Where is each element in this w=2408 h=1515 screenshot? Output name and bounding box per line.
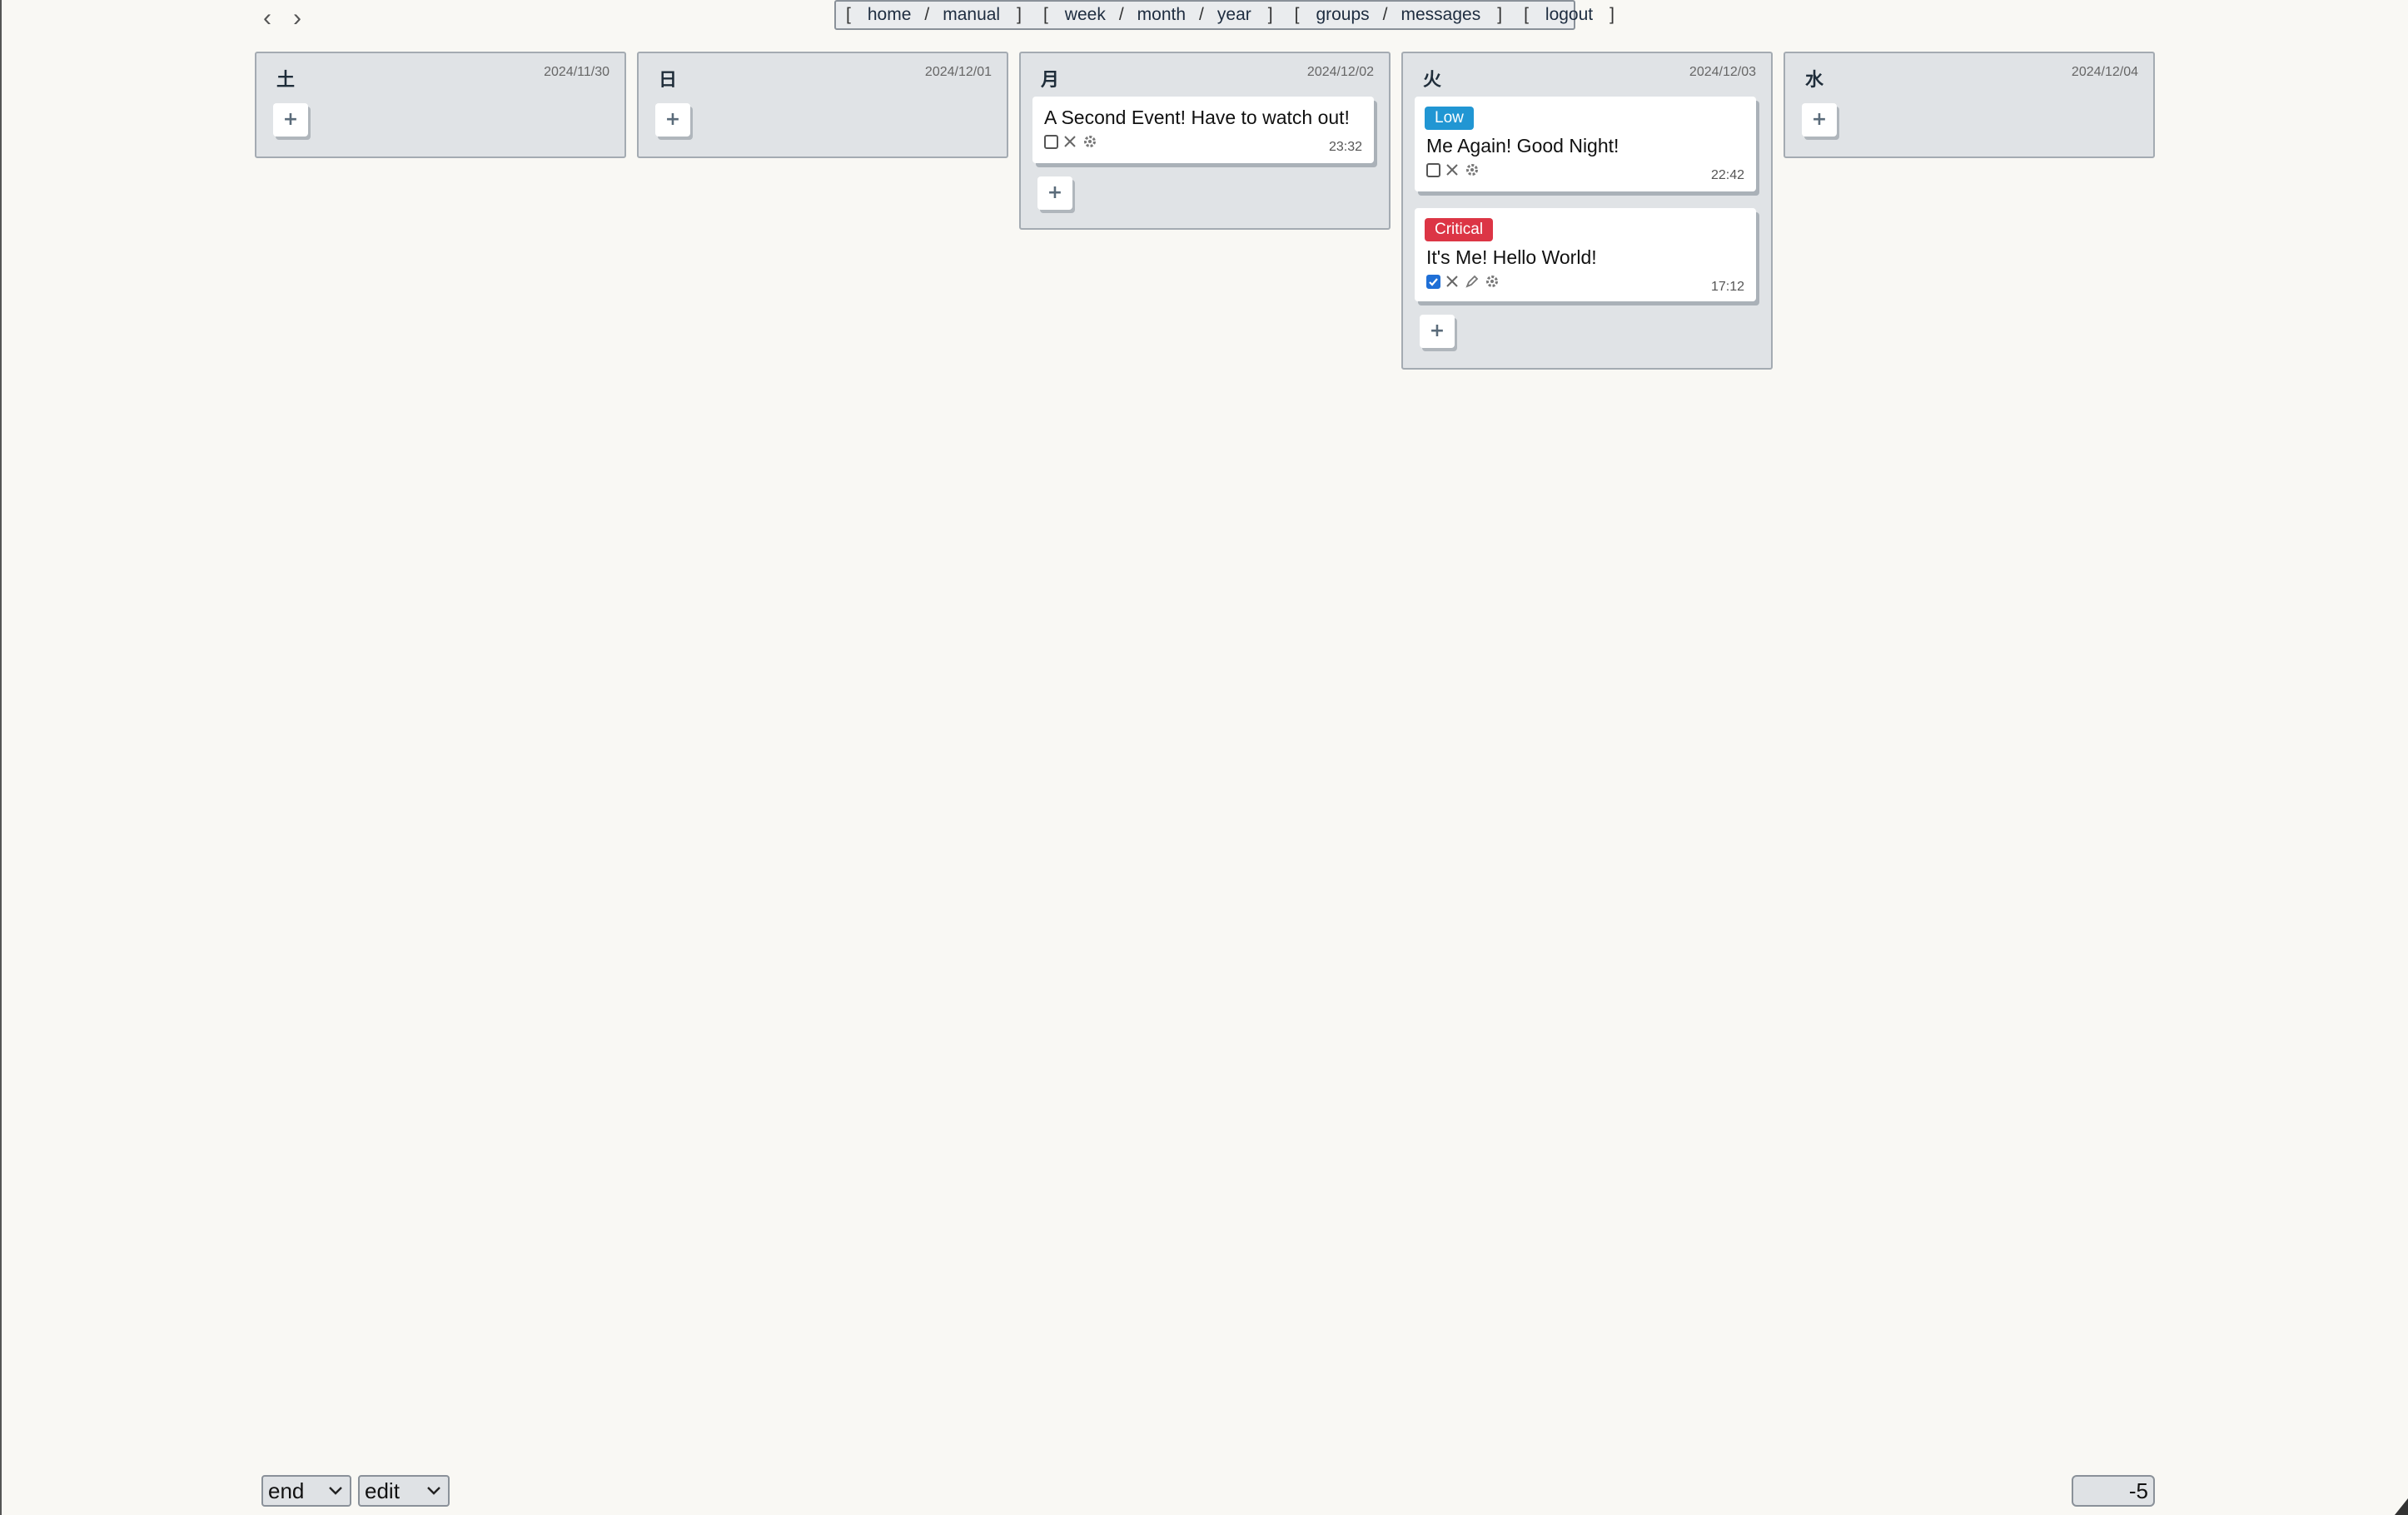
event-title: Me Again! Good Night! (1426, 135, 1619, 156)
add-event-button[interactable]: + (655, 103, 690, 137)
nav-bracket-close: ] (1609, 5, 1614, 24)
nav-separator: / (1199, 5, 1204, 24)
next-arrow-icon[interactable]: › (290, 3, 305, 33)
day-name: 日 (659, 69, 678, 90)
nav-link-year[interactable]: year (1217, 5, 1251, 25)
day-date: 2024/12/01 (924, 65, 992, 79)
previous-arrow-icon[interactable]: ‹ (260, 3, 275, 33)
event-card[interactable]: A Second Event! Have to watch out! 23:32 (1032, 97, 1374, 163)
nav-link-groups[interactable]: groups (1316, 5, 1369, 25)
day-column-mon: 月 2024/12/02 A Second Event! Have to wat… (1019, 52, 1391, 230)
day-name: 火 (1423, 69, 1442, 90)
event-title: A Second Event! Have to watch out! (1044, 107, 1350, 128)
add-event-button[interactable]: + (1037, 176, 1072, 210)
add-event-button[interactable]: + (1420, 315, 1455, 348)
nav-bracket-close: ] (1497, 5, 1503, 24)
edit-select[interactable]: edit (358, 1475, 450, 1507)
add-event-button[interactable]: + (1802, 103, 1837, 137)
resize-corner-icon (2395, 1498, 2408, 1515)
day-name: 土 (276, 69, 296, 90)
nav-link-week[interactable]: week (1065, 5, 1106, 25)
day-column-tue: 火 2024/12/03 Low Me Again! Good Night! 2… (1401, 52, 1773, 370)
event-actions (1426, 161, 1480, 178)
nav-link-messages[interactable]: messages (1401, 5, 1481, 25)
day-date: 2024/11/30 (544, 65, 609, 79)
day-date: 2024/12/03 (1689, 65, 1756, 79)
nav-link-logout[interactable]: logout (1545, 5, 1593, 25)
day-column-wed: 水 2024/12/04 + (1784, 52, 2155, 158)
nav-bracket-open: [ (846, 5, 851, 24)
gear-icon[interactable] (1484, 273, 1500, 290)
gear-icon[interactable] (1082, 133, 1098, 150)
nav-separator: / (1382, 5, 1388, 24)
day-date: 2024/12/02 (1306, 65, 1374, 79)
nav-link-manual[interactable]: manual (943, 5, 1000, 25)
event-time: 17:12 (1710, 280, 1744, 294)
event-actions (1426, 273, 1500, 290)
pen-icon[interactable] (1464, 273, 1480, 290)
day-date: 2024/12/04 (2071, 65, 2138, 79)
complete-checkbox[interactable] (1044, 134, 1058, 149)
nav-separator: / (1118, 5, 1124, 24)
chevron-down-icon (329, 1487, 342, 1495)
end-select-value: end (268, 1478, 305, 1503)
nav-bracket-open: [ (1042, 5, 1048, 24)
delete-x-icon[interactable] (1062, 133, 1078, 150)
offset-input[interactable]: -5 (2072, 1475, 2155, 1507)
week-navigation: ‹ › (260, 3, 305, 33)
chevron-down-icon (427, 1487, 440, 1495)
complete-checkbox[interactable] (1426, 162, 1440, 177)
complete-checkbox-checked[interactable] (1426, 274, 1440, 289)
edit-select-value: edit (365, 1478, 400, 1503)
event-actions (1044, 133, 1098, 150)
event-title: It's Me! Hello World! (1426, 246, 1597, 268)
day-name: 水 (1805, 69, 1824, 90)
priority-badge-low: Low (1425, 107, 1474, 130)
nav-bracket-open: [ (1294, 5, 1300, 24)
day-column-sat: 土 2024/11/30 + (255, 52, 626, 158)
event-card[interactable]: Low Me Again! Good Night! 22:42 (1415, 97, 1756, 191)
nav-link-month[interactable]: month (1137, 5, 1186, 25)
event-time: 22:42 (1710, 168, 1744, 182)
nav-bracket-close: ] (1267, 5, 1273, 24)
delete-x-icon[interactable] (1444, 161, 1460, 178)
end-select[interactable]: end (261, 1475, 351, 1507)
nav-link-home[interactable]: home (868, 5, 912, 25)
priority-badge-critical: Critical (1425, 218, 1494, 241)
nav-bracket-close: ] (1017, 5, 1022, 24)
nav-bracket-open: [ (1524, 5, 1529, 24)
delete-x-icon[interactable] (1444, 273, 1460, 290)
top-navigation: [ home / manual ] [ week / month / year … (834, 0, 1614, 30)
nav-separator: / (924, 5, 930, 24)
window-left-edge (0, 0, 2, 1515)
day-name: 月 (1041, 69, 1060, 90)
event-card[interactable]: Critical It's Me! Hello World! 17:12 (1415, 208, 1756, 301)
gear-icon[interactable] (1464, 161, 1480, 178)
day-column-sun: 日 2024/12/01 + (637, 52, 1008, 158)
event-time: 23:32 (1328, 140, 1362, 154)
add-event-button[interactable]: + (273, 103, 308, 137)
